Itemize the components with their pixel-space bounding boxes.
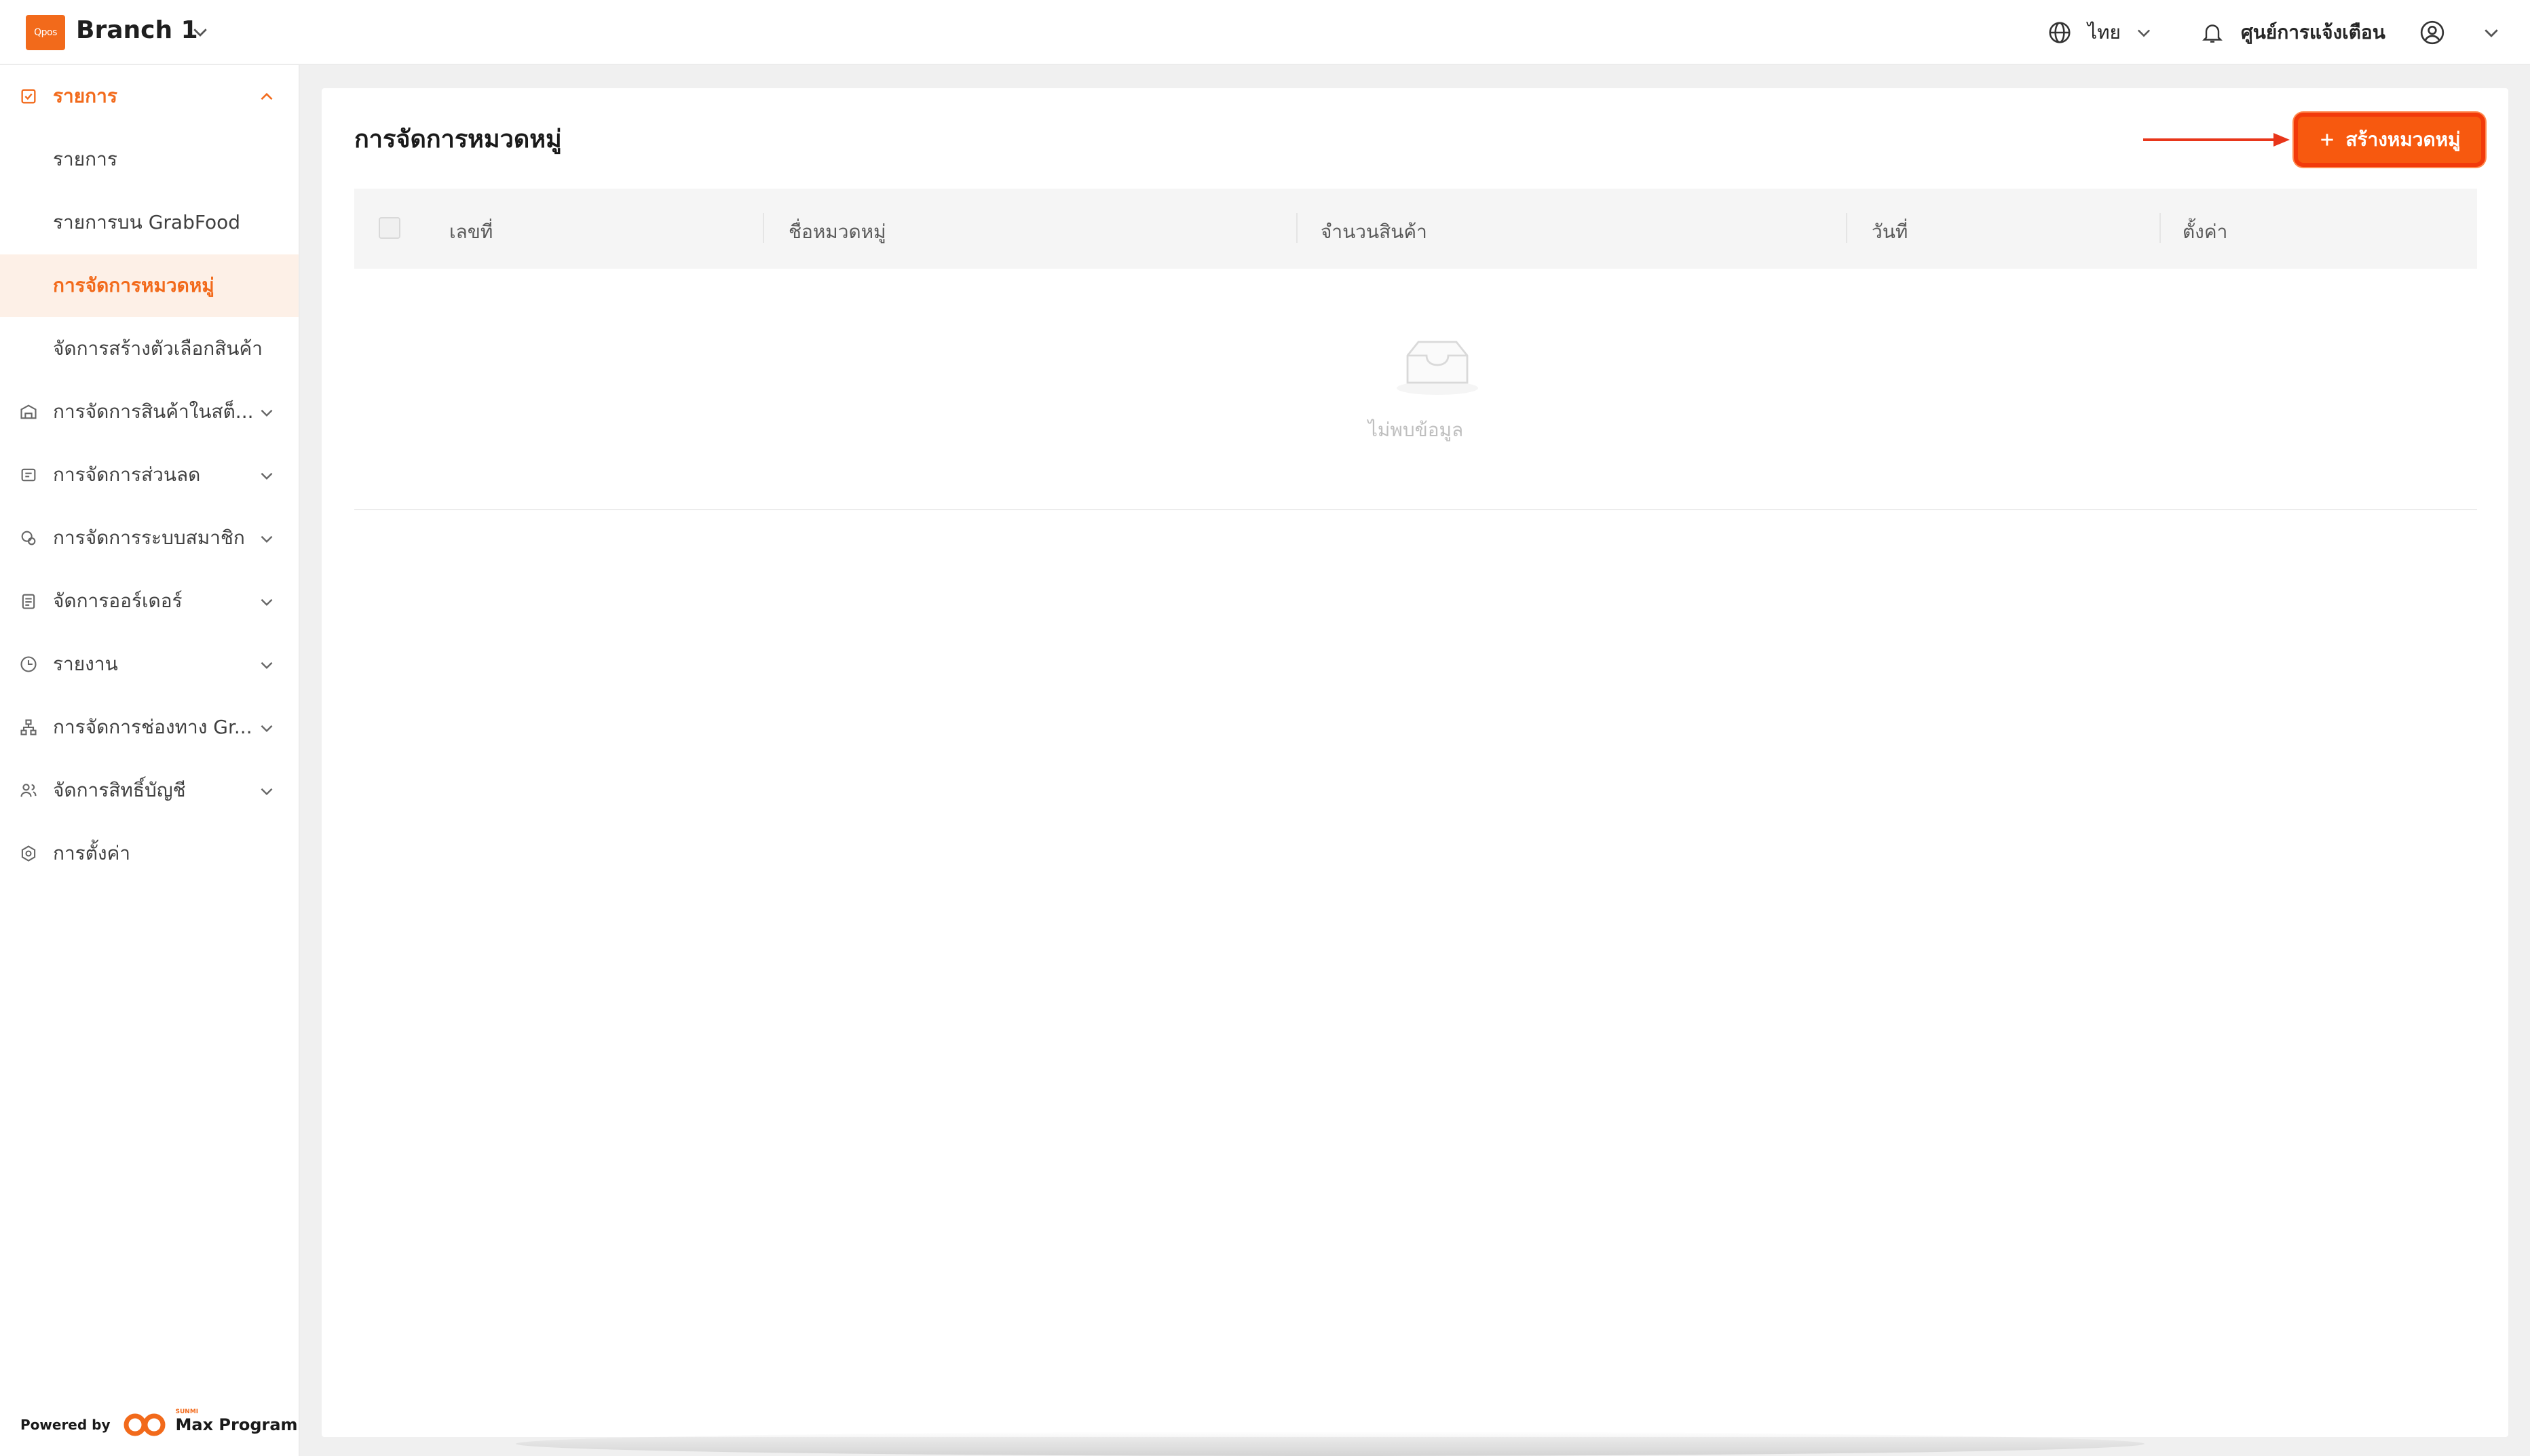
chevron-down-icon [261,535,273,543]
sidebar-item-membership[interactable]: การจัดการระบบสมาชิก [0,507,299,569]
page-title: การจัดการหมวดหมู่ [354,126,562,153]
calendar-check-icon [21,89,36,104]
column-header-number[interactable]: เลขที่ [449,217,493,247]
sidebar: รายการ รายการ รายการบน GrabFood การจัดกา… [0,65,300,1456]
select-all-checkbox[interactable] [379,217,400,239]
empty-state-text: ไม่พบข้อมูล [1367,419,1464,441]
sidebar-item-label: จัดการออร์เดอร์ [53,590,183,612]
column-header-date[interactable]: วันที่ [1872,217,1908,247]
sidebar-item-grabfood-menu[interactable]: รายการบน GrabFood [0,191,299,254]
network-icon [20,719,37,735]
sidebar-item-label: รายการ [53,148,117,170]
sidebar-item-stock[interactable]: การจัดการสินค้าในสต็... [0,381,299,443]
clock-icon [20,656,37,672]
chevron-down-icon [2485,29,2498,37]
clipboard-icon [22,594,35,609]
chevron-down-icon [2137,29,2151,37]
sidebar-item-menu-group[interactable]: รายการ [0,65,299,128]
chevron-down-icon [261,662,273,670]
annotation-arrow-line [2143,138,2276,141]
sidebar-item-label: รายงาน [53,653,118,675]
chevron-down-icon [261,725,273,733]
warehouse-icon [20,404,37,419]
sidebar-item-orders[interactable]: จัดการออร์เดอร์ [0,570,299,632]
bell-icon [2202,24,2223,43]
chevron-down-icon [261,472,273,480]
powered-brand: Max Program [175,1415,298,1434]
sidebar-item-settings[interactable]: การตั้งค่า [0,822,299,885]
powered-by-label: Powered by [20,1417,111,1433]
app-logo[interactable]: Qpos [26,15,65,50]
column-divider [1846,213,1847,243]
sidebar-item-label: จัดการสร้างตัวเลือกสินค้า [53,337,263,360]
bottom-shadow [516,1432,2145,1456]
column-header-category-name[interactable]: ชื่อหมวดหมู่ [789,217,886,247]
sidebar-item-label: การจัดการระบบสมาชิก [53,526,245,549]
sidebar-item-discounts[interactable]: การจัดการส่วนลด [0,444,299,506]
powered-by: Powered by SUNMI Max Program [20,1409,298,1438]
branch-name[interactable]: Branch 1 [76,16,198,44]
user-menu[interactable] [2419,0,2501,65]
chevron-down-icon[interactable] [190,22,210,42]
column-header-product-count[interactable]: จำนวนสินค้า [1321,217,1427,247]
sidebar-item-label: จัดการสิทธิ์บัญชี [53,779,186,801]
sidebar-item-label: การจัดการส่วนลด [53,463,201,486]
sidebar-item-label: การตั้งค่า [53,842,131,864]
member-icon [21,531,36,545]
table-header: เลขที่ ชื่อหมวดหมู่ จำนวนสินค้า วันที่ ต… [354,189,2477,269]
create-category-button[interactable]: สร้างหมวดหมู่ [2294,113,2485,167]
notification-center[interactable]: ศูนย์การแจ้งเตือน [2200,0,2385,65]
sidebar-item-channels[interactable]: การจัดการช่องทาง Gr... [0,696,299,759]
top-bar: Qpos Branch 1 ไทย ศูนย์การแจ้งเตือน [0,0,2530,65]
sidebar-item-label: การจัดการหมวดหมู่ [53,274,214,296]
empty-inbox-icon [1397,341,1478,395]
annotation-arrow-head [2273,133,2290,147]
column-divider [1296,213,1298,243]
chevron-down-icon [261,788,273,796]
notification-center-label: ศูนย์การแจ้งเตือน [2241,21,2385,43]
chevron-down-icon [261,409,273,417]
plus-icon [2321,134,2334,146]
main-card: การจัดการหมวดหมู่ สร้างหมวดหมู่ เลขที่ ช… [322,88,2508,1437]
ticket-icon [21,468,36,482]
sidebar-item-menu[interactable]: รายการ [0,128,299,191]
sidebar-item-account-permissions[interactable]: จัดการสิทธิ์บัญชี [0,759,299,822]
sidebar-item-category-management[interactable]: การจัดการหมวดหมู่ [0,254,299,317]
user-circle-icon [2420,20,2444,45]
sidebar-item-reports[interactable]: รายงาน [0,633,299,695]
chevron-up-icon [261,92,273,100]
column-divider [763,213,764,243]
gear-icon [21,845,36,862]
language-selector[interactable]: ไทย [2047,0,2153,65]
column-divider [2159,213,2161,243]
column-header-settings[interactable]: ตั้งค่า [2183,217,2227,247]
sidebar-item-label: การจัดการสินค้าในสต็... [53,400,254,423]
chevron-down-icon [261,598,273,607]
powered-brand-sub: SUNMI [175,1409,199,1415]
create-category-label: สร้างหมวดหมู่ [2345,128,2461,151]
sidebar-item-product-options[interactable]: จัดการสร้างตัวเลือกสินค้า [0,318,299,380]
sidebar-item-label: รายการ [53,85,117,107]
empty-state: ไม่พบข้อมูล [354,269,2477,510]
sidebar-item-label: รายการบน GrabFood [53,211,240,233]
users-icon [20,784,37,797]
sidebar-item-label: การจัดการช่องทาง Gr... [53,716,252,738]
language-label: ไทย [2088,21,2121,43]
max-program-logo-icon [124,1413,165,1436]
globe-icon [2049,22,2071,43]
